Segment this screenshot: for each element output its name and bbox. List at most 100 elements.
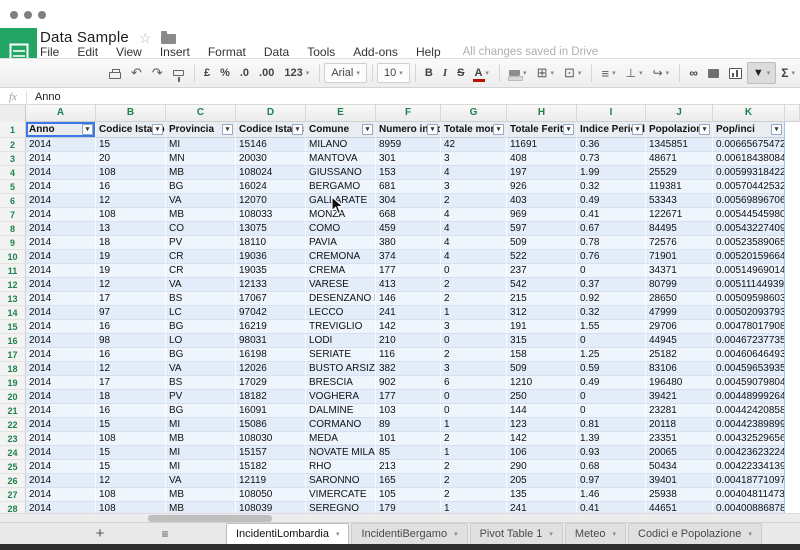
cell[interactable]: MN xyxy=(166,152,236,166)
cell[interactable]: 153 xyxy=(376,166,441,180)
cell[interactable]: 108 xyxy=(96,488,166,502)
cell[interactable]: 15 xyxy=(96,138,166,152)
cell[interactable]: 0.006184380843 xyxy=(713,152,785,166)
cell[interactable]: MB xyxy=(166,208,236,222)
window-minimize-icon[interactable] xyxy=(24,11,32,19)
cell[interactable]: 0.32 xyxy=(577,306,646,320)
cell[interactable]: 0.68 xyxy=(577,460,646,474)
cell[interactable]: 48671 xyxy=(646,152,713,166)
filter-dropdown-icon[interactable]: ▾ xyxy=(632,124,643,135)
cell[interactable]: 0.67 xyxy=(577,222,646,236)
cell[interactable]: 0.49 xyxy=(577,376,646,390)
cell[interactable]: SEREGNO xyxy=(306,502,376,513)
paint-format-button[interactable] xyxy=(168,62,189,84)
cell[interactable]: BS xyxy=(166,292,236,306)
cell[interactable]: BG xyxy=(166,320,236,334)
row-number[interactable]: 12 xyxy=(0,278,26,292)
row-number[interactable]: 16 xyxy=(0,334,26,348)
cell[interactable]: 119381 xyxy=(646,180,713,194)
font-family-select[interactable]: Arial ▾ xyxy=(324,63,367,83)
cell[interactable]: 969 xyxy=(507,208,577,222)
cell[interactable]: 0.36 xyxy=(577,138,646,152)
cell[interactable]: 2014 xyxy=(26,236,96,250)
cell[interactable]: 459 xyxy=(376,222,441,236)
cell[interactable]: 2014 xyxy=(26,264,96,278)
cell[interactable]: 97 xyxy=(96,306,166,320)
row-number[interactable]: 23 xyxy=(0,432,26,446)
cell[interactable]: 3 xyxy=(441,180,507,194)
column-letter-I[interactable]: I xyxy=(577,105,646,122)
cell[interactable]: 0.005149690146 xyxy=(713,264,785,278)
menu-item-add-ons[interactable]: Add-ons xyxy=(353,45,407,59)
text-color-button[interactable]: A ▾ xyxy=(469,62,493,84)
cell[interactable]: 2014 xyxy=(26,390,96,404)
star-icon[interactable]: ☆ xyxy=(139,31,152,45)
cell[interactable]: MI xyxy=(166,446,236,460)
horizontal-align-button[interactable]: ≡ ▾ xyxy=(597,62,621,84)
font-size-select[interactable]: 10 ▾ xyxy=(376,63,410,83)
cell[interactable]: 403 xyxy=(507,194,577,208)
bold-button[interactable]: B xyxy=(420,62,438,84)
row-number[interactable]: 3 xyxy=(0,152,26,166)
cell[interactable]: BG xyxy=(166,404,236,418)
cell[interactable]: 1.25 xyxy=(577,348,646,362)
cell[interactable]: 290 xyxy=(507,460,577,474)
window-zoom-icon[interactable] xyxy=(38,11,46,19)
all-sheets-menu-button[interactable]: ≡ xyxy=(155,527,175,541)
cell[interactable]: 89 xyxy=(376,418,441,432)
row-number[interactable]: 20 xyxy=(0,390,26,404)
row-number[interactable]: 27 xyxy=(0,488,26,502)
cell[interactable]: 98 xyxy=(96,334,166,348)
cell[interactable]: 44651 xyxy=(646,502,713,513)
column-header-cell[interactable]: Provincia ▾ xyxy=(166,122,236,138)
sheet-tab-incidentilombardia[interactable]: IncidentiLombardia ▾ xyxy=(226,523,350,544)
cell[interactable]: MI xyxy=(166,138,236,152)
cell[interactable]: 16198 xyxy=(236,348,306,362)
cell[interactable]: LC xyxy=(166,306,236,320)
cell[interactable]: 210 xyxy=(376,334,441,348)
cell[interactable]: 16091 xyxy=(236,404,306,418)
cell[interactable]: 2014 xyxy=(26,502,96,513)
cell[interactable]: 2014 xyxy=(26,208,96,222)
cell[interactable]: 15 xyxy=(96,446,166,460)
filter-button[interactable]: ▼ ▾ xyxy=(746,62,777,84)
menu-item-insert[interactable]: Insert xyxy=(160,45,199,59)
column-letter-E[interactable]: E xyxy=(306,105,376,122)
cell[interactable]: 2014 xyxy=(26,348,96,362)
cell[interactable]: 8959 xyxy=(376,138,441,152)
cell[interactable]: VARESE xyxy=(306,278,376,292)
cell[interactable]: 16219 xyxy=(236,320,306,334)
cell[interactable]: 380 xyxy=(376,236,441,250)
cell[interactable]: 12 xyxy=(96,278,166,292)
cell[interactable]: 2014 xyxy=(26,250,96,264)
cell[interactable]: MB xyxy=(166,488,236,502)
cell[interactable]: 0.005445459807 xyxy=(713,208,785,222)
cell[interactable]: COMO xyxy=(306,222,376,236)
cell[interactable]: MANTOVA xyxy=(306,152,376,166)
cell[interactable]: 85 xyxy=(376,446,441,460)
cell[interactable]: 15182 xyxy=(236,460,306,474)
menu-item-format[interactable]: Format xyxy=(208,45,255,59)
row-number[interactable]: 11 xyxy=(0,264,26,278)
cell[interactable]: 2014 xyxy=(26,278,96,292)
cell[interactable]: 28650 xyxy=(646,292,713,306)
column-letter-C[interactable]: C xyxy=(166,105,236,122)
cell[interactable]: 97042 xyxy=(236,306,306,320)
cell[interactable]: 2 xyxy=(441,348,507,362)
cell[interactable]: CR xyxy=(166,250,236,264)
cell[interactable]: MILANO xyxy=(306,138,376,152)
cell[interactable]: 522 xyxy=(507,250,577,264)
cell[interactable]: 0.004223341397 xyxy=(713,460,785,474)
cell[interactable]: 15 xyxy=(96,418,166,432)
cell[interactable]: 15146 xyxy=(236,138,306,152)
cell[interactable]: 0.92 xyxy=(577,292,646,306)
cell[interactable]: VA xyxy=(166,362,236,376)
cell[interactable]: 71901 xyxy=(646,250,713,264)
column-header-cell[interactable]: Pop/inci ▾ xyxy=(713,122,785,138)
cell[interactable]: 12 xyxy=(96,194,166,208)
cell[interactable]: 25938 xyxy=(646,488,713,502)
cell[interactable]: 0.004606464935 xyxy=(713,348,785,362)
menu-item-tools[interactable]: Tools xyxy=(307,45,344,59)
cell[interactable]: 1.46 xyxy=(577,488,646,502)
cell[interactable]: 0 xyxy=(577,334,646,348)
